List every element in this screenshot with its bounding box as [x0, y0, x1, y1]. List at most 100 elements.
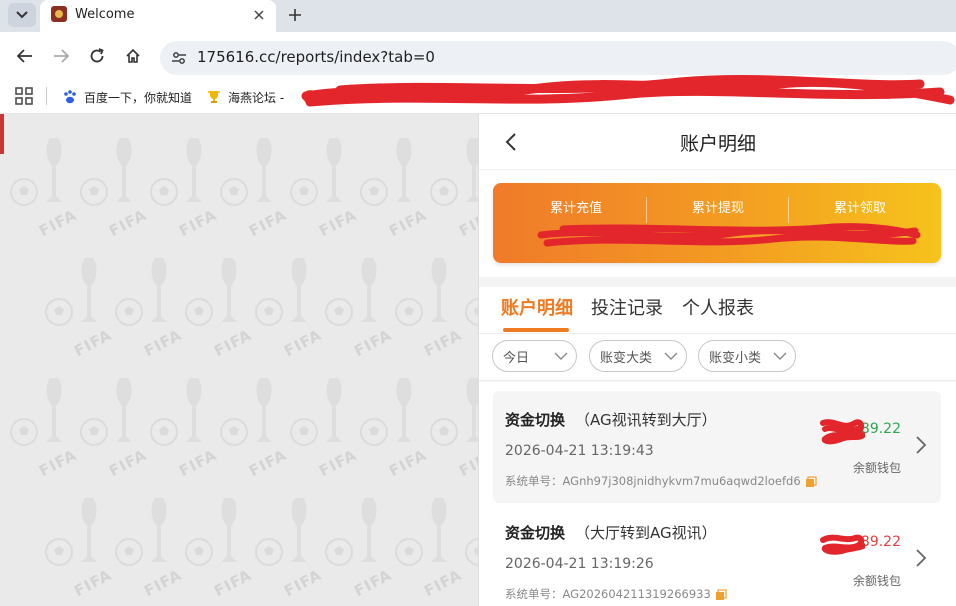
watermark-text: FIFA	[421, 565, 465, 601]
watermark-text: FIFA	[281, 325, 325, 361]
filter-label: 今日	[503, 351, 530, 366]
football-icon	[255, 538, 283, 566]
summary-card: 累计充值 累计提现 累计领取	[493, 183, 941, 263]
trophy-icon	[81, 258, 97, 322]
filter-bar: 今日 账变大类 账变小类	[479, 335, 956, 381]
football-icon	[45, 298, 73, 326]
watermark-text: FIFA	[176, 205, 220, 241]
trophy-icon	[396, 378, 412, 442]
football-icon	[115, 298, 143, 326]
browser-tab-active[interactable]: Welcome	[40, 0, 276, 32]
app-header: 账户明细	[479, 114, 956, 170]
records-list: 资金切换 （AG视讯转到大厅） 2026-04-21 13:19:43 系统单号：…	[479, 382, 956, 606]
record-note: （AG视讯转到大厅）	[575, 411, 717, 429]
site-info-icon[interactable]	[170, 49, 188, 67]
minor-category-filter-select[interactable]: 账变小类	[698, 340, 796, 372]
trophy-icon	[431, 498, 447, 562]
home-button[interactable]	[119, 42, 147, 70]
trophy-icon	[186, 138, 202, 202]
redaction-scribble	[820, 534, 865, 555]
football-icon	[360, 418, 388, 446]
chevron-down-icon	[554, 352, 568, 360]
arrow-left-icon	[17, 49, 32, 63]
tab-bet-records[interactable]: 投注记录	[591, 294, 663, 320]
trophy-icon	[116, 378, 132, 442]
copy-icon[interactable]	[805, 475, 817, 488]
football-icon	[430, 178, 458, 206]
trophy-icon	[396, 138, 412, 202]
football-icon	[430, 418, 458, 446]
tab-personal-report[interactable]: 个人报表	[682, 294, 754, 320]
forward-button[interactable]	[47, 42, 75, 70]
record-wallet: 余额钱包	[852, 574, 901, 588]
trophy-icon	[466, 378, 478, 442]
tab-account-detail[interactable]: 账户明细	[501, 294, 573, 320]
football-icon	[255, 298, 283, 326]
watermark-text: FIFA	[351, 565, 395, 601]
trophy-icon	[116, 138, 132, 202]
watermark-text: FIFA	[456, 205, 478, 241]
chevron-down-icon	[773, 352, 787, 360]
date-filter-select[interactable]: 今日	[492, 340, 577, 372]
page-edge-accent	[0, 114, 4, 154]
trophy-icon	[361, 498, 377, 562]
football-icon	[80, 418, 108, 446]
home-icon	[126, 48, 140, 63]
tab-close-button[interactable]	[250, 6, 268, 24]
record-item[interactable]: 资金切换 （AG视讯转到大厅） 2026-04-21 13:19:43 系统单号：…	[493, 391, 941, 503]
bookmark-label: 海燕论坛 -	[228, 90, 285, 105]
record-item[interactable]: 资金切换 （大厅转到AG视讯） 2026-04-21 13:19:26 系统单号：…	[493, 504, 941, 606]
stat-label: 累计充值	[549, 201, 602, 216]
apps-grid-icon[interactable]	[15, 87, 33, 105]
bookmarks-separator	[46, 87, 47, 105]
reload-icon	[90, 48, 104, 63]
record-amount: 89.22	[860, 421, 901, 437]
watermark-text: FIFA	[36, 445, 80, 481]
tab-search-button[interactable]	[8, 3, 36, 27]
football-icon	[290, 178, 318, 206]
trophy-icon	[206, 89, 222, 105]
trophy-icon	[431, 258, 447, 322]
football-icon	[360, 178, 388, 206]
trophy-icon	[221, 258, 237, 322]
football-icon	[290, 418, 318, 446]
watermark-text: FIFA	[36, 205, 80, 241]
stat-label: 累计提现	[691, 201, 744, 216]
watermark-text: FIFA	[141, 565, 185, 601]
redaction-scribble	[820, 419, 865, 445]
stat-label: 累计领取	[833, 201, 886, 216]
page-title: 账户明细	[679, 133, 756, 155]
record-order-number: 系统单号：AGnh97j308jnidhykvm7mu6aqwd2loefd6	[505, 473, 817, 489]
url-text: 175616.cc/reports/index?tab=0	[197, 48, 435, 66]
order-label: 系统单号：	[505, 474, 563, 488]
reload-button[interactable]	[83, 42, 111, 70]
plus-icon	[289, 9, 301, 21]
close-icon	[254, 10, 264, 20]
trophy-icon	[256, 378, 272, 442]
copy-icon[interactable]	[715, 588, 727, 601]
record-time: 2026-04-21 13:19:43	[505, 443, 654, 459]
football-icon	[10, 418, 38, 446]
bookmark-haiyan-forum[interactable]: 海燕论坛 -	[206, 87, 284, 107]
football-icon	[150, 178, 178, 206]
trophy-icon	[221, 498, 237, 562]
chevron-right-icon	[916, 549, 927, 567]
football-icon	[395, 298, 423, 326]
trophy-icon	[291, 498, 307, 562]
football-icon	[220, 418, 248, 446]
order-value: AG202604211319266933	[562, 587, 711, 601]
tab-title: Welcome	[75, 7, 135, 22]
back-button[interactable]	[11, 42, 39, 70]
trophy-icon	[466, 138, 478, 202]
watermark-text: FIFA	[456, 445, 478, 481]
watermark-text: FIFA	[211, 565, 255, 601]
record-type: 资金切换	[505, 524, 566, 542]
redaction-scribble	[301, 75, 955, 107]
trophy-icon	[256, 138, 272, 202]
section-divider	[479, 277, 956, 287]
watermark-text: FIFA	[106, 445, 150, 481]
bookmark-baidu[interactable]: 百度一下，你就知道	[62, 87, 192, 107]
new-tab-button[interactable]	[284, 4, 306, 26]
order-value: AGnh97j308jnidhykvm7mu6aqwd2loefd6	[562, 474, 801, 488]
major-category-filter-select[interactable]: 账变大类	[589, 340, 687, 372]
